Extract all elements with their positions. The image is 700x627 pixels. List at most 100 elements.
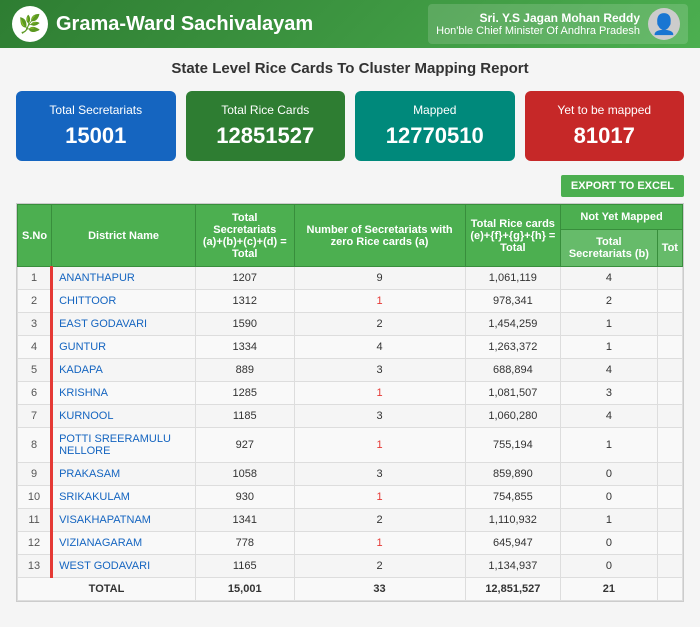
cell-not-mapped-tot: [657, 555, 682, 578]
cell-total-sec: 927: [196, 428, 295, 463]
cell-not-mapped-tot: [657, 405, 682, 428]
cell-not-mapped-sec: 4: [561, 405, 658, 428]
stat-card-yet-to-be-mapped: Yet to be mapped81017: [525, 91, 685, 161]
cell-sno: 8: [18, 428, 52, 463]
avatar: 👤: [648, 8, 680, 40]
cell-total-rice: 1,060,280: [465, 405, 561, 428]
cell-total-rice: 859,890: [465, 463, 561, 486]
cell-total-not-mapped-sec: 21: [561, 578, 658, 601]
cell-district[interactable]: KADAPA: [52, 359, 196, 382]
table-row: 9 PRAKASAM 1058 3 859,890 0: [18, 463, 683, 486]
cell-total-sec: 1058: [196, 463, 295, 486]
table-row: 4 GUNTUR 1334 4 1,263,372 1: [18, 336, 683, 359]
cell-not-mapped-tot: [657, 290, 682, 313]
cell-not-mapped-sec: 0: [561, 555, 658, 578]
cell-not-mapped-sec: 4: [561, 359, 658, 382]
cell-not-mapped-tot: [657, 382, 682, 405]
cell-not-mapped-sec: 2: [561, 290, 658, 313]
cell-total-zero-rice: 33: [294, 578, 465, 601]
cell-district[interactable]: PRAKASAM: [52, 463, 196, 486]
cell-district[interactable]: VIZIANAGARAM: [52, 532, 196, 555]
cell-not-mapped-tot: [657, 509, 682, 532]
col-district: District Name: [52, 205, 196, 267]
cell-sno: 6: [18, 382, 52, 405]
cell-zero-rice: 3: [294, 405, 465, 428]
col-total-rice: Total Rice cards(e)+{f}+{g}+{h} = Total: [465, 205, 561, 267]
cell-district[interactable]: EAST GODAVARI: [52, 313, 196, 336]
cell-sno: 1: [18, 267, 52, 290]
cell-not-mapped-sec: 0: [561, 463, 658, 486]
cell-not-mapped-sec: 1: [561, 509, 658, 532]
cell-total-sec: 1185: [196, 405, 295, 428]
cell-total-rice: 978,341: [465, 290, 561, 313]
table-row: 11 VISAKHAPATNAM 1341 2 1,110,932 1: [18, 509, 683, 532]
cell-total-rice: 1,263,372: [465, 336, 561, 359]
cell-not-mapped-tot: [657, 313, 682, 336]
cell-not-mapped-sec: 3: [561, 382, 658, 405]
stat-card-mapped: Mapped12770510: [355, 91, 515, 161]
table-row: 7 KURNOOL 1185 3 1,060,280 4: [18, 405, 683, 428]
cell-not-mapped-sec: 0: [561, 486, 658, 509]
cell-zero-rice: 2: [294, 509, 465, 532]
cell-total-sec: 930: [196, 486, 295, 509]
cell-not-mapped-sec: 0: [561, 532, 658, 555]
cell-district[interactable]: VISAKHAPATNAM: [52, 509, 196, 532]
cell-total-rice: 1,081,507: [465, 382, 561, 405]
table-row: 8 POTTI SREERAMULU NELLORE 927 1 755,194…: [18, 428, 683, 463]
cell-district[interactable]: KURNOOL: [52, 405, 196, 428]
cell-sno: 4: [18, 336, 52, 359]
col-sno: S.No: [18, 205, 52, 267]
cell-total-rice: 754,855: [465, 486, 561, 509]
cell-total-sec: 1165: [196, 555, 295, 578]
minister-role: Hon'ble Chief Minister Of Andhra Pradesh: [436, 25, 640, 37]
cell-not-mapped-tot: [657, 486, 682, 509]
cell-not-mapped-tot: [657, 463, 682, 486]
cell-total-rice: 1,134,937: [465, 555, 561, 578]
cell-total-rice: 1,061,119: [465, 267, 561, 290]
stats-row: Total Secretariats15001Total Rice Cards1…: [16, 91, 684, 161]
col-not-yet-mapped: Not Yet Mapped: [561, 205, 683, 230]
cell-sno: 13: [18, 555, 52, 578]
cell-total-sec: 1590: [196, 313, 295, 336]
cell-total-sec: 1312: [196, 290, 295, 313]
cell-district[interactable]: ANANTHAPUR: [52, 267, 196, 290]
cell-not-mapped-tot: [657, 532, 682, 555]
cell-total-sec: 778: [196, 532, 295, 555]
app-title: Grama-Ward Sachivalayam: [56, 13, 313, 36]
cell-district[interactable]: WEST GODAVARI: [52, 555, 196, 578]
cell-district[interactable]: GUNTUR: [52, 336, 196, 359]
table-row: 1 ANANTHAPUR 1207 9 1,061,119 4: [18, 267, 683, 290]
export-button[interactable]: EXPORT TO EXCEL: [561, 175, 684, 197]
cell-sno: 5: [18, 359, 52, 382]
cell-sno: 11: [18, 509, 52, 532]
cell-total-rice: 645,947: [465, 532, 561, 555]
cell-total-rice: 1,110,932: [465, 509, 561, 532]
cell-total-rice: 755,194: [465, 428, 561, 463]
cell-not-mapped-sec: 1: [561, 313, 658, 336]
cell-total-sec: 1207: [196, 267, 295, 290]
cell-not-mapped-sec: 1: [561, 428, 658, 463]
col-not-mapped-sec: Total Secretariats (b): [561, 230, 658, 267]
cell-district[interactable]: POTTI SREERAMULU NELLORE: [52, 428, 196, 463]
cell-zero-rice: 3: [294, 359, 465, 382]
cell-district[interactable]: CHITTOOR: [52, 290, 196, 313]
cell-total-sec: 15,001: [196, 578, 295, 601]
minister-info: Sri. Y.S Jagan Mohan Reddy Hon'ble Chief…: [428, 4, 688, 44]
cell-sno: 10: [18, 486, 52, 509]
cell-total-sec: 1334: [196, 336, 295, 359]
cell-district[interactable]: KRISHNA: [52, 382, 196, 405]
cell-total-rice: 688,894: [465, 359, 561, 382]
cell-zero-rice: 1: [294, 486, 465, 509]
cell-total-sec: 1285: [196, 382, 295, 405]
cell-not-mapped-sec: 1: [561, 336, 658, 359]
cell-sno: 2: [18, 290, 52, 313]
cell-not-mapped-tot: [657, 359, 682, 382]
header: 🌿 Grama-Ward Sachivalayam Sri. Y.S Jagan…: [0, 0, 700, 48]
cell-sno: 7: [18, 405, 52, 428]
table-total-row: TOTAL 15,001 33 12,851,527 21: [18, 578, 683, 601]
cell-not-mapped-tot: [657, 336, 682, 359]
cell-district[interactable]: SRIKAKULAM: [52, 486, 196, 509]
cell-total-sec: 889: [196, 359, 295, 382]
cell-zero-rice: 3: [294, 463, 465, 486]
cell-zero-rice: 1: [294, 428, 465, 463]
